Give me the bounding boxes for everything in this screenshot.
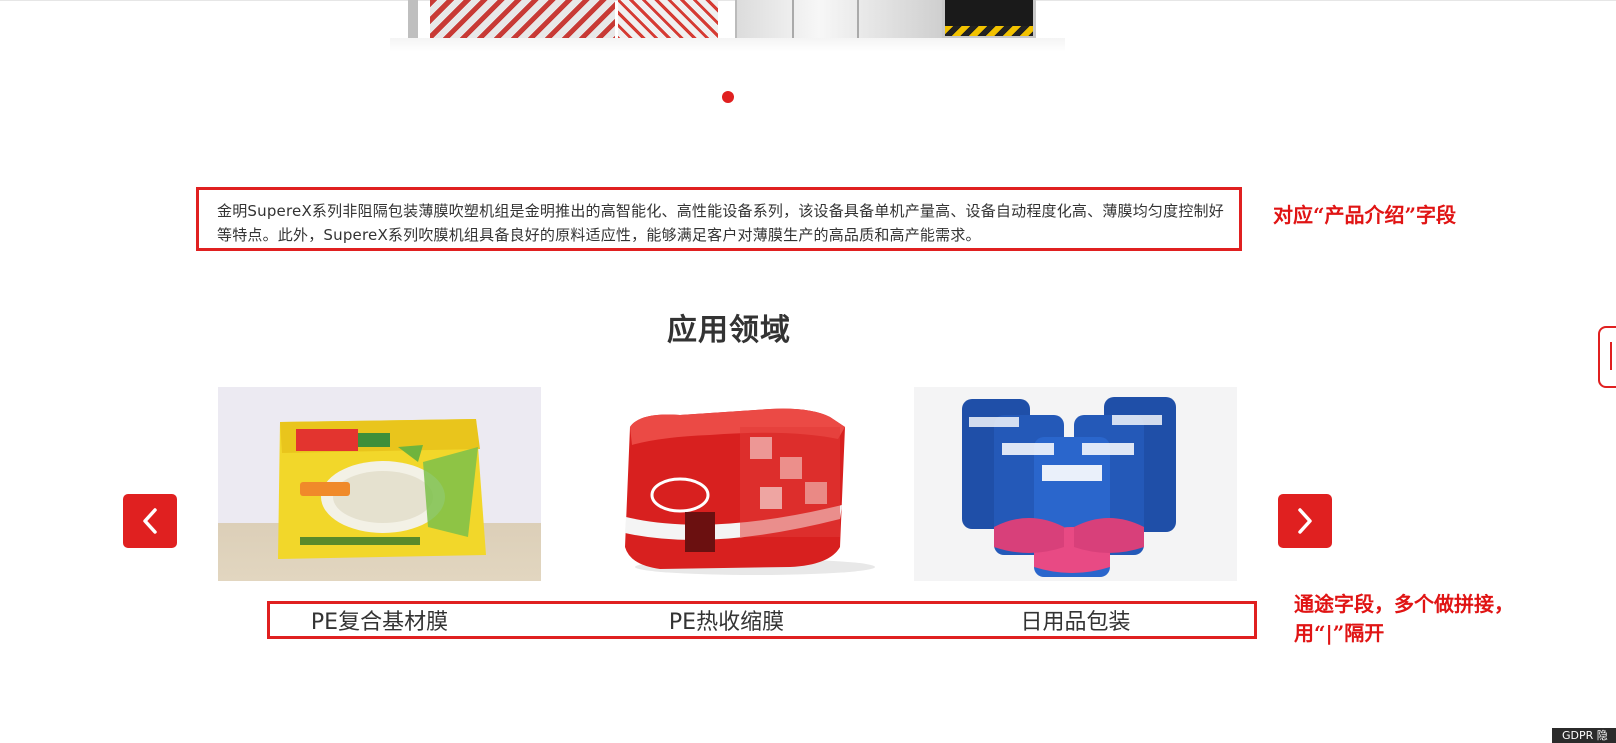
carousel-prev-button[interactable]: [123, 494, 177, 548]
product-hero-image: [390, 0, 1065, 52]
application-label: PE热收缩膜: [668, 610, 785, 635]
applications-title: 应用领域: [667, 313, 791, 348]
gdpr-tab[interactable]: GDPR 隐: [1552, 728, 1616, 743]
application-image-dumplings[interactable]: [218, 387, 541, 581]
chevron-left-icon: [143, 508, 157, 534]
application-image-cola-cans[interactable]: [590, 387, 913, 581]
machine-cabinet: [735, 0, 942, 40]
shrink-wrapped-cola-cans-icon: [625, 408, 875, 575]
carousel-next-button[interactable]: [1278, 494, 1332, 548]
hero-floor-shadow: [390, 38, 1065, 52]
machine-stairs: [618, 0, 718, 40]
machine-frame: [430, 0, 615, 40]
usage-annotation-line1: 通途字段，多个做拼接，: [1294, 592, 1514, 616]
contact-icon: [1610, 342, 1612, 370]
machine-door: [942, 0, 1036, 39]
intro-annotation: 对应“产品介绍”字段: [1273, 203, 1457, 227]
frozen-dumpling-package-icon: [278, 419, 486, 559]
detergent-refill-pouches-icon: [962, 397, 1176, 577]
usage-annotation-line2: 用“|”隔开: [1294, 621, 1385, 645]
floating-contact-widget[interactable]: [1598, 326, 1616, 388]
carousel-dot-active[interactable]: [722, 91, 734, 103]
chevron-right-icon: [1298, 508, 1312, 534]
application-label: 日用品包装: [1020, 610, 1131, 635]
application-image-detergent[interactable]: [914, 387, 1237, 581]
application-label: PE复合基材膜: [310, 610, 449, 635]
usage-annotation: 通途字段，多个做拼接， 用“|”隔开: [1294, 590, 1514, 648]
machine-rail: [408, 0, 418, 40]
product-intro-text: 金明SupereX系列非阻隔包装薄膜吹塑机组是金明推出的高智能化、高性能设备系列…: [217, 202, 1224, 244]
